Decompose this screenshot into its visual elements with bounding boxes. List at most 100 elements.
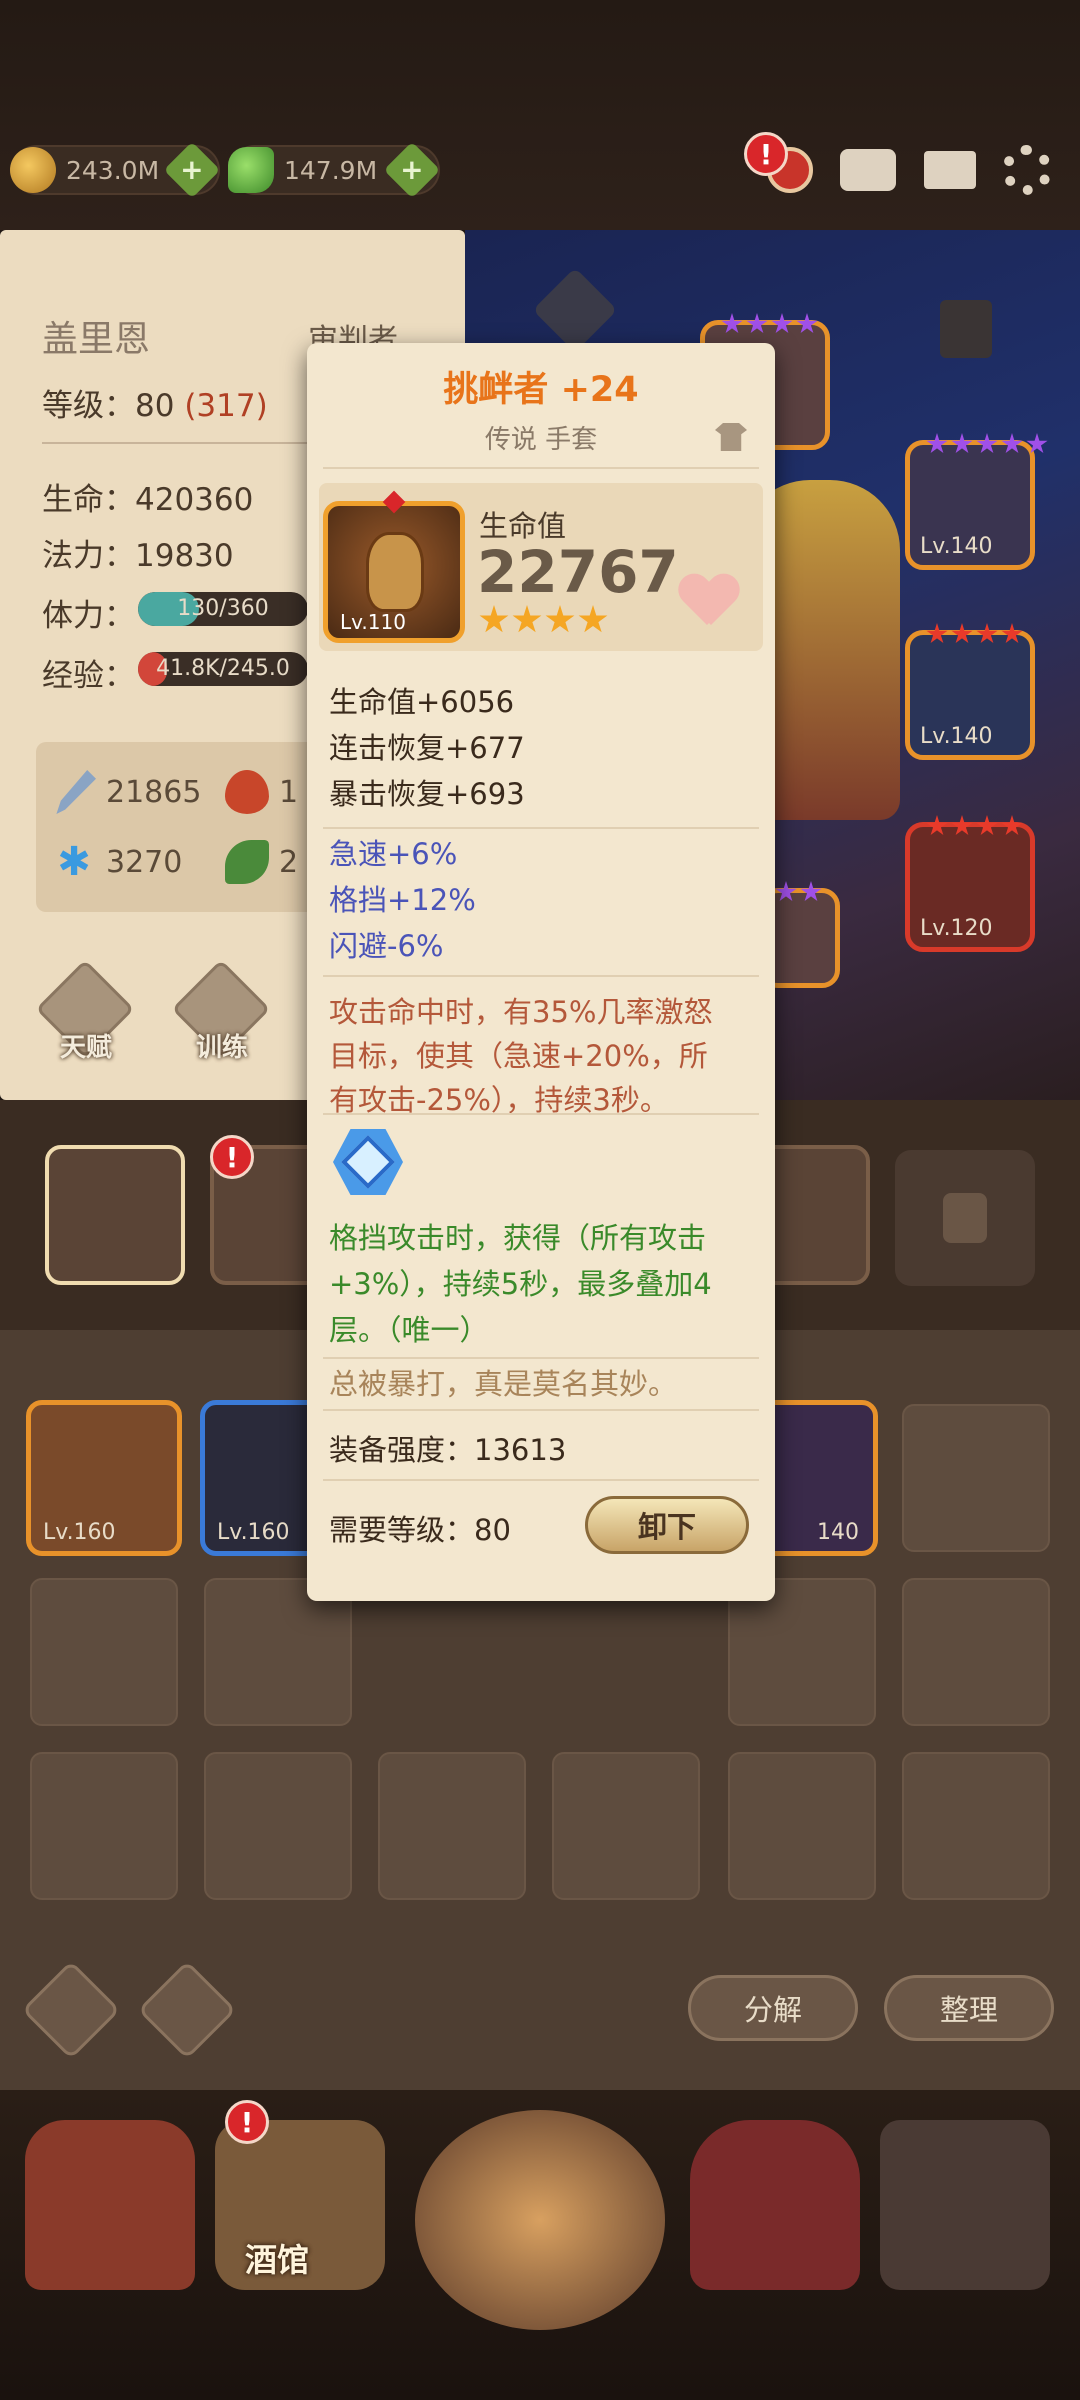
fire-attr: 1 — [225, 770, 298, 814]
nav-home-button[interactable] — [25, 2120, 195, 2290]
nav-tavern-label: 酒馆 — [245, 2241, 310, 2279]
required-level-value: 80 — [474, 1513, 511, 1547]
settings-button[interactable] — [997, 140, 1057, 200]
star-icon — [578, 605, 608, 633]
hero-level: 等级：80 (317) — [42, 380, 268, 425]
inventory-slot[interactable] — [552, 1752, 700, 1900]
item-level: Lv.110 — [340, 610, 406, 634]
alert-badge: ! — [744, 132, 788, 176]
chat-icon — [840, 149, 896, 191]
set-bonus-text: 格挡攻击时，获得（所有攻击 — [329, 1221, 707, 1255]
book-icon[interactable] — [940, 300, 992, 358]
base-stat: 暴击恢复+693 — [329, 777, 525, 811]
bonus-stat: 急速+6% — [329, 837, 458, 871]
inventory-slot[interactable] — [30, 1752, 178, 1900]
bonus-stat: 格挡+12% — [329, 883, 476, 917]
mp-value: 19830 — [135, 538, 234, 574]
nav-adventure-button[interactable] — [415, 2110, 665, 2330]
nav-shop-button[interactable] — [690, 2120, 860, 2290]
lock-icon — [943, 1193, 987, 1243]
glove-shape — [366, 532, 424, 612]
hero-exp-label: 经验： — [42, 658, 135, 694]
inventory-slot[interactable] — [728, 1752, 876, 1900]
hero-hp: 生命：420360 — [42, 474, 253, 519]
equip-slot-ring[interactable]: Lv.140 — [905, 433, 1048, 570]
item-tooltip: 挑衅者 +24 传说 手套 Lv.110 生命值 22767 生命值+6056 … — [307, 343, 775, 1601]
alert-badge: ! — [210, 1135, 254, 1179]
equip-slot-armor[interactable]: Lv.140 — [905, 623, 1035, 760]
hp-value: 420360 — [135, 482, 254, 518]
effect-text: 目标，使其（急速+20%，所 — [329, 1039, 708, 1073]
effect-text: 攻击命中时，有35%几率激怒 — [329, 995, 713, 1029]
talent-button[interactable]: 天赋 — [35, 959, 136, 1063]
set-bonus-text: 层。（唯一） — [329, 1313, 489, 1347]
snowflake-icon: ✱ — [57, 839, 91, 885]
equip-slot-boots[interactable]: Lv.120 — [905, 815, 1035, 952]
stamina-bar: 130/360 — [138, 592, 308, 626]
level-value: 80 — [135, 388, 175, 424]
power-value: 13613 — [474, 1433, 567, 1467]
inventory-slot[interactable] — [378, 1752, 526, 1900]
inventory-slot[interactable] — [902, 1404, 1050, 1552]
top-bar — [0, 0, 1080, 230]
divider — [323, 827, 759, 829]
main-stat-value: 22767 — [477, 538, 679, 606]
gear-icon — [1002, 145, 1052, 195]
fire-value: 1 — [279, 774, 299, 810]
mail-button[interactable] — [920, 140, 980, 200]
event-button[interactable]: ! — [744, 132, 820, 200]
training-label: 训练 — [195, 1033, 248, 1063]
stamina-value: 130/360 — [177, 596, 269, 621]
rarity-stars — [926, 433, 1048, 455]
flavor-text: 总被暴打，真是莫名其妙。 — [329, 1367, 678, 1401]
divider — [323, 975, 759, 977]
heart-icon — [679, 575, 739, 629]
exp-bar: 41.8K/245.0 — [138, 652, 308, 686]
divider — [323, 1357, 759, 1359]
chat-button[interactable] — [838, 140, 898, 200]
required-level-label: 需要等级： — [329, 1513, 475, 1547]
leaf-icon — [225, 840, 269, 884]
talent-label: 天赋 — [59, 1033, 112, 1063]
mail-icon — [924, 151, 976, 189]
inventory-slot[interactable] — [902, 1752, 1050, 1900]
divider — [323, 1113, 759, 1115]
training-button[interactable]: 训练 — [171, 959, 272, 1063]
decompose-button[interactable]: 分解 — [688, 1975, 858, 2041]
divider — [323, 1409, 759, 1411]
power-label: 装备强度： — [329, 1433, 475, 1467]
inventory-slot[interactable] — [204, 1752, 352, 1900]
hero-stamina-label: 体力： — [42, 598, 135, 634]
hp-label: 生命： — [42, 482, 135, 518]
level-bonus: (317) — [184, 388, 268, 424]
base-stat: 连击恢复+677 — [329, 731, 525, 765]
sort-button[interactable]: 整理 — [884, 1975, 1054, 2041]
hero-mp: 法力：19830 — [42, 530, 234, 575]
ice-attr: ✱ 3270 — [52, 840, 182, 884]
inventory-slot[interactable] — [30, 1578, 178, 1726]
rarity-stars — [926, 815, 1023, 837]
attack-value: 21865 — [106, 774, 202, 810]
item-name: 挑衅者 +24 — [443, 370, 639, 410]
fire-icon — [225, 770, 269, 814]
base-stat: 生命值+6056 — [329, 685, 515, 719]
ice-value: 3270 — [106, 844, 183, 880]
item-rarity-type: 传说 手套 — [484, 425, 598, 455]
attack-attr: 21865 — [52, 770, 201, 814]
gold-amount: 243.0M — [66, 155, 160, 185]
inventory-slot[interactable] — [902, 1578, 1050, 1726]
gold-coin-icon — [10, 147, 56, 193]
sword-icon — [56, 770, 96, 814]
gem-amount: 147.9M — [284, 155, 378, 185]
nav-forge-button[interactable] — [880, 2120, 1050, 2290]
locked-hero-slot[interactable] — [895, 1150, 1035, 1286]
leaf-gem-icon — [228, 147, 274, 193]
star-icon — [479, 605, 509, 633]
hero-portrait-selected[interactable] — [45, 1145, 185, 1285]
inventory-item[interactable]: Lv.160 — [26, 1400, 182, 1556]
item-level: Lv.160 — [217, 1520, 290, 1545]
unequip-button[interactable]: 卸下 — [585, 1496, 749, 1554]
level-label: 等级： — [42, 388, 135, 424]
equipment-power: 装备强度：13613 — [329, 1427, 566, 1469]
item-level: Lv.160 — [43, 1520, 116, 1545]
